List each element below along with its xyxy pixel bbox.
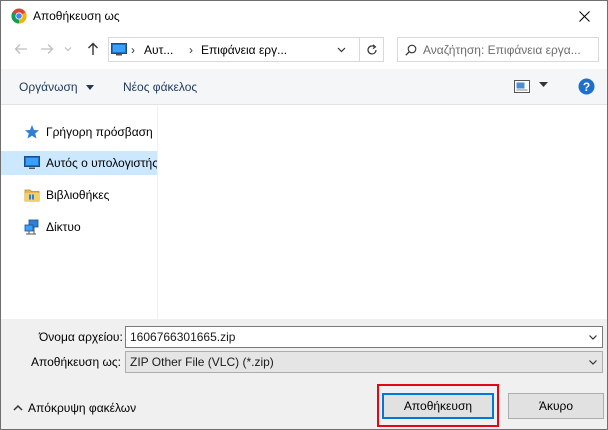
save-as-dialog: Αποθήκευση ως › Αυτ... › Επιφάνεια εργ..…	[0, 0, 608, 430]
search-icon	[405, 44, 417, 56]
savetype-label: Αποθήκευση ως:	[31, 355, 121, 369]
address-row: › Αυτ... › Επιφάνεια εργ... Αναζήτηση: Ε…	[1, 31, 607, 69]
close-icon	[578, 10, 590, 22]
filename-input[interactable]: 1606766301665.zip	[125, 326, 603, 348]
star-icon	[25, 125, 39, 139]
breadcrumb-separator-icon: ›	[189, 43, 193, 57]
forward-button[interactable]	[39, 41, 55, 57]
filename-label: Όνομα αρχείου:	[39, 330, 123, 344]
refresh-icon	[367, 43, 377, 55]
organize-button[interactable]: Οργάνωση	[19, 80, 94, 94]
arrow-left-icon	[14, 44, 27, 54]
computer-icon	[24, 156, 40, 169]
navigation-pane: Γρήγορη πρόσβαση Αυτός ο υπολογιστής Βιβ…	[1, 105, 158, 319]
breadcrumb-desktop[interactable]: Επιφάνεια εργ...	[201, 43, 287, 57]
chevron-up-icon	[13, 404, 23, 411]
arrow-up-icon	[88, 42, 98, 55]
up-button[interactable]	[85, 41, 101, 57]
nav-item-label: Αυτός ο υπολογιστής	[46, 156, 158, 170]
command-bar: Οργάνωση Νέος φάκελος ?	[1, 69, 607, 105]
address-history-dropdown[interactable]	[331, 42, 351, 58]
chevron-down-icon	[64, 47, 72, 52]
recent-locations-button[interactable]	[63, 41, 73, 57]
nav-item-label: Γρήγορη πρόσβαση	[46, 125, 153, 139]
nav-item-this-pc[interactable]: Αυτός ο υπολογιστής	[1, 151, 158, 175]
filename-value: 1606766301665.zip	[130, 330, 236, 344]
breadcrumb-separator-icon: ›	[131, 43, 135, 57]
change-view-icon[interactable]	[514, 80, 530, 93]
cancel-button[interactable]: Άκυρο	[508, 393, 604, 419]
save-button[interactable]: Αποθήκευση	[382, 393, 494, 419]
chevron-down-icon	[85, 85, 94, 91]
view-options-dropdown-icon[interactable]	[539, 82, 548, 88]
chevron-down-icon[interactable]	[587, 331, 599, 343]
svg-text:?: ?	[583, 80, 590, 94]
chrome-app-icon	[11, 8, 27, 24]
nav-item-libraries[interactable]: Βιβλιοθήκες	[1, 183, 157, 207]
nav-item-quick-access[interactable]: Γρήγορη πρόσβαση	[1, 120, 157, 144]
nav-item-label: Δίκτυο	[46, 220, 81, 234]
library-icon	[24, 189, 40, 202]
chevron-down-icon	[337, 47, 345, 53]
arrow-right-icon	[41, 44, 54, 54]
organize-label: Οργάνωση	[19, 80, 78, 94]
network-icon	[24, 219, 39, 235]
savetype-value: ZIP Other File (VLC) (*.zip)	[130, 355, 274, 369]
computer-icon	[111, 43, 127, 56]
window-title: Αποθήκευση ως	[33, 9, 120, 23]
back-button[interactable]	[13, 41, 29, 57]
close-button[interactable]	[561, 1, 607, 31]
hide-folders-label: Απόκρυψη φακέλων	[28, 401, 137, 415]
search-box[interactable]: Αναζήτηση: Επιφάνεια εργα...	[397, 37, 599, 62]
search-placeholder: Αναζήτηση: Επιφάνεια εργα...	[423, 43, 581, 57]
title-bar: Αποθήκευση ως	[1, 1, 607, 31]
new-folder-button[interactable]: Νέος φάκελος	[123, 80, 197, 94]
savetype-select[interactable]: ZIP Other File (VLC) (*.zip)	[125, 351, 603, 373]
nav-item-label: Βιβλιοθήκες	[46, 188, 110, 202]
file-list[interactable]	[161, 105, 607, 319]
address-bar[interactable]: › Αυτ... › Επιφάνεια εργ...	[108, 37, 384, 62]
nav-item-network[interactable]: Δίκτυο	[1, 215, 157, 239]
breadcrumb-computer[interactable]: Αυτ...	[144, 43, 173, 57]
chevron-down-icon	[589, 360, 597, 365]
help-icon[interactable]: ?	[578, 78, 595, 95]
refresh-button[interactable]	[359, 38, 384, 61]
